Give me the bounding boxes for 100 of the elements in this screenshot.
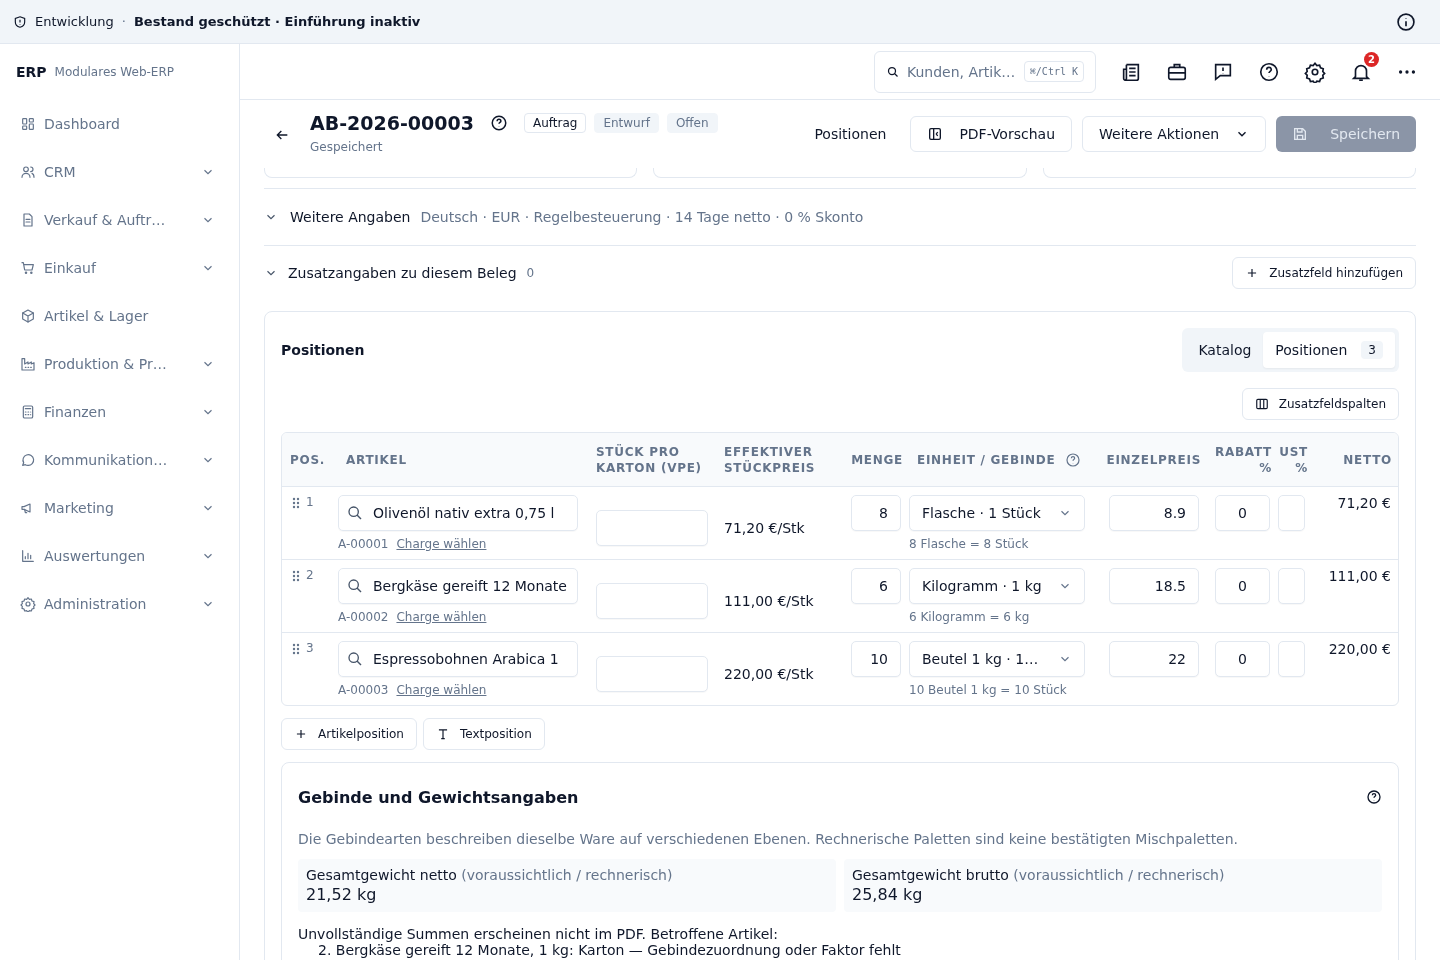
- help-icon[interactable]: [489, 114, 508, 132]
- nav-item[interactable]: Dashboard: [16, 100, 239, 148]
- pdf-preview-button[interactable]: PDF-Vorschau: [910, 116, 1072, 152]
- article-number: A-00001: [338, 537, 389, 551]
- vat-field[interactable]: [1278, 641, 1305, 677]
- more-actions-button[interactable]: Weitere Aktionen: [1082, 116, 1267, 152]
- positions-link[interactable]: Positionen: [814, 126, 887, 142]
- weight-hint: (voraussichtlich / rechnerisch): [461, 867, 673, 883]
- unit-select[interactable]: Kilogramm · 1 kg: [909, 568, 1085, 604]
- unit-price-field[interactable]: 8.9: [1109, 495, 1199, 531]
- chat-icon: [20, 452, 36, 468]
- input-field[interactable]: [596, 510, 708, 546]
- factory-icon: [20, 356, 36, 372]
- quantity-field[interactable]: 10: [851, 641, 901, 677]
- nav-item[interactable]: Marketing: [16, 484, 239, 532]
- users-icon: [20, 164, 36, 180]
- add-position-button[interactable]: Artikelposition: [281, 718, 417, 750]
- columns-icon: [1254, 397, 1269, 411]
- search-icon: [887, 65, 899, 78]
- column-header: MENGE: [851, 451, 903, 468]
- unit-conversion: 10 Beutel 1 kg = 10 Stück: [909, 683, 1068, 697]
- unit-price-field[interactable]: 18.5: [1109, 568, 1199, 604]
- discount-field[interactable]: 0: [1215, 568, 1270, 604]
- vat-field[interactable]: [1278, 495, 1305, 531]
- article-field[interactable]: Olivenöl nativ extra 0,75 l: [338, 495, 578, 531]
- column-header: NETTO: [1343, 451, 1392, 468]
- drag-handle-icon[interactable]: [292, 643, 300, 655]
- nav-item[interactable]: Kommunikation…: [16, 436, 239, 484]
- brand-name: ERP: [16, 64, 47, 80]
- status-tag: Offen: [666, 113, 718, 133]
- nav-item[interactable]: Verkauf & Auftr…: [16, 196, 239, 244]
- effective-price: 111,00 €/Stk: [724, 593, 814, 609]
- position-number: 2: [306, 568, 314, 582]
- unit-price-field[interactable]: 22: [1109, 641, 1199, 677]
- article-field[interactable]: Espressobohnen Arabica 1: [338, 641, 578, 677]
- section-title: Positionen: [281, 342, 365, 358]
- net-amount: 71,20 €: [1337, 495, 1391, 511]
- nav-item[interactable]: Produktion & Pr…: [16, 340, 239, 388]
- extra-columns-button[interactable]: Zusatzfeldspalten: [1241, 388, 1399, 420]
- unit-select[interactable]: Beutel 1 kg · 1…: [909, 641, 1085, 677]
- nav-item[interactable]: Finanzen: [16, 388, 239, 436]
- batch-link[interactable]: Charge wählen: [396, 537, 487, 551]
- vat-field[interactable]: [1278, 568, 1305, 604]
- unit-conversion: 6 Kilogramm = 6 kg: [909, 610, 1031, 624]
- column-header: STÜCK PRO KARTON (VPE): [596, 443, 703, 476]
- column-header: POS.: [290, 451, 326, 468]
- discount-field[interactable]: 0: [1215, 495, 1270, 531]
- drag-handle-icon[interactable]: [292, 497, 300, 509]
- weight-value: 25,84 kg: [852, 885, 924, 904]
- extra-fields-toggle[interactable]: Zusatzangaben zu diesem Beleg 0: [264, 265, 535, 281]
- warning-text: Unvollständige Summen erscheinen nicht im PDF. Betroffene Artikel:: [298, 926, 779, 942]
- plus-icon: [294, 727, 308, 741]
- nav-item[interactable]: Artikel & Lager: [16, 292, 239, 340]
- help-icon[interactable]: [1366, 789, 1382, 805]
- column-header: EINZELPREIS: [1106, 451, 1201, 468]
- section-title: Gebinde und Gewichtsangaben: [298, 787, 579, 807]
- input-field[interactable]: [596, 583, 708, 619]
- article-number: A-00003: [338, 683, 389, 697]
- net-amount: 220,00 €: [1328, 641, 1391, 657]
- quantity-field[interactable]: 6: [851, 568, 901, 604]
- status-tag: Entwurf: [594, 113, 659, 133]
- nav-item[interactable]: Einkauf: [16, 244, 239, 292]
- nav-item[interactable]: CRM: [16, 148, 239, 196]
- weight-label: Gesamtgewicht netto: [306, 867, 457, 883]
- help-icon[interactable]: [1258, 60, 1280, 83]
- separator-dot: ·: [121, 14, 126, 29]
- batch-link[interactable]: Charge wählen: [396, 610, 487, 624]
- weight-value: 21,52 kg: [306, 885, 378, 904]
- net-amount: 111,00 €: [1328, 568, 1391, 584]
- floppy-icon: [1292, 126, 1309, 142]
- input-field[interactable]: [596, 656, 708, 692]
- position-number: 3: [306, 641, 314, 655]
- unit-select[interactable]: Flasche · 1 Stück: [909, 495, 1085, 531]
- effective-price: 220,00 €/Stk: [724, 666, 814, 682]
- dashboard-icon: [20, 116, 36, 132]
- column-header: EINHEIT / GEBINDE: [917, 451, 1056, 468]
- further-details-toggle[interactable]: Weitere Angaben Deutsch · EUR · Regelbesteuerung · 14 Tage netto · 0 % Skonto: [264, 188, 1416, 246]
- search-icon: [347, 505, 363, 521]
- add-position-button[interactable]: Textposition: [422, 718, 545, 750]
- shortcut-hint: ⌘/Ctrl K: [1023, 60, 1084, 82]
- weight-hint: (voraussichtlich / rechnerisch): [1013, 867, 1225, 883]
- view-tab[interactable]: Positionen 3: [1263, 332, 1395, 368]
- notification-badge: 2: [1364, 51, 1379, 67]
- status-tag: Auftrag: [523, 113, 587, 133]
- discount-field[interactable]: 0: [1215, 641, 1270, 677]
- column-header: UST %: [1279, 443, 1308, 476]
- view-tab[interactable]: Katalog: [1186, 332, 1264, 368]
- article-field[interactable]: Bergkäse gereift 12 Monate: [338, 568, 578, 604]
- add-field-button[interactable]: Zusatzfeld hinzufügen: [1232, 257, 1416, 289]
- description-text: Die Gebindearten beschreiben dieselbe Ware auf verschiedenen Ebenen. Rechnerische Paletten sind keine bestätigten Mischpaletten.: [298, 831, 1240, 847]
- quantity-field[interactable]: 8: [851, 495, 901, 531]
- settings-icon[interactable]: [1304, 60, 1326, 83]
- drag-handle-icon[interactable]: [292, 570, 300, 582]
- batch-link[interactable]: Charge wählen: [396, 683, 487, 697]
- document-number: AB-2026-00003: [310, 112, 474, 134]
- info-icon[interactable]: [1396, 11, 1416, 32]
- effective-price: 71,20 €/Stk: [724, 520, 805, 536]
- column-header: EFFEKTIVER STÜCKPREIS: [724, 443, 817, 476]
- nav-item[interactable]: Administration: [16, 580, 239, 628]
- nav-item[interactable]: Auswertungen: [16, 532, 239, 580]
